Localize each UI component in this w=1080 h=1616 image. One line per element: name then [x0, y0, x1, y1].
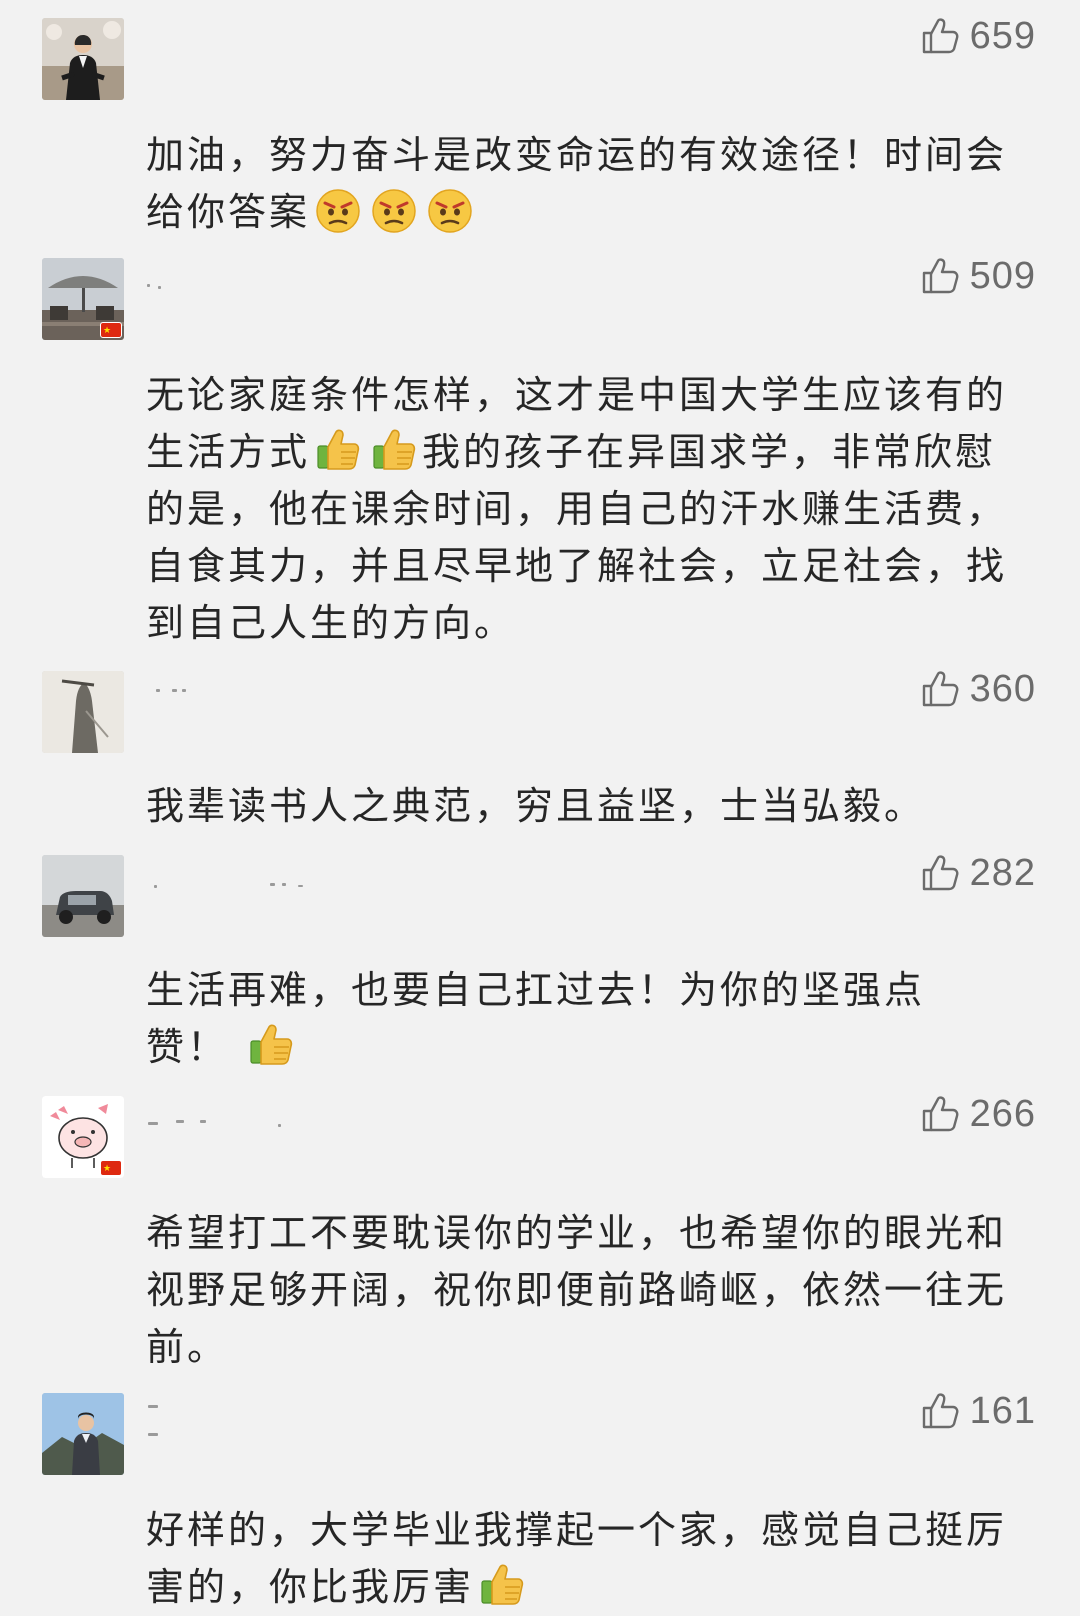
like-icon [920, 1094, 960, 1134]
angry-face-icon [314, 186, 362, 234]
comment-text-content: 希望打工不要耽误你的学业，也希望你的眼光和视野足够开阔，祝你即便前路崎岖，依然一… [146, 1211, 1008, 1369]
avatar[interactable]: ★ [42, 1096, 124, 1178]
like-icon [920, 16, 960, 56]
nickname[interactable] [146, 272, 406, 292]
thumbs-up-icon [247, 1021, 295, 1069]
avatar[interactable] [42, 671, 124, 753]
comment-text-content: 我辈读书人之典范，穷且益坚，士当弘毅。 [146, 784, 926, 828]
comment-text: 我辈读书人之典范，穷且益坚，士当弘毅。 [146, 721, 1026, 835]
like-count: 282 [969, 851, 1036, 894]
nickname[interactable] [146, 1110, 406, 1130]
like-count: 659 [969, 14, 1036, 57]
thumbs-up-icon [478, 1561, 526, 1609]
comment-text: 好样的，大学毕业我撑起一个家，感觉自己挺厉害的，你比我厉害 [146, 1445, 1026, 1616]
comment-text-content: 加油，努力奋斗是改变命运的有效途径！时间会给你答案 [146, 133, 1008, 234]
angry-face-icon [370, 186, 418, 234]
like-count: 360 [969, 667, 1036, 710]
comment-text: 加油，努力奋斗是改变命运的有效途径！时间会给你答案 [146, 70, 1026, 241]
like-count: 266 [969, 1092, 1036, 1135]
avatar[interactable] [42, 18, 124, 100]
nickname[interactable] [146, 1405, 406, 1436]
like-count: 509 [969, 254, 1036, 297]
nickname[interactable] [146, 32, 406, 52]
avatar[interactable]: ★ [42, 258, 124, 340]
like-button[interactable]: 161 [920, 1387, 1036, 1435]
comment-text: 生活再难，也要自己扛过去！为你的坚强点赞！ [146, 905, 986, 1076]
avatar[interactable] [42, 1393, 124, 1475]
like-button[interactable]: 509 [920, 252, 1036, 300]
like-icon [920, 669, 960, 709]
like-button[interactable]: 282 [920, 849, 1036, 897]
comment-text: 希望打工不要耽误你的学业，也希望你的眼光和视野足够开阔，祝你即便前路崎岖，依然一… [146, 1148, 1026, 1376]
like-button[interactable]: 659 [920, 12, 1036, 60]
avatar[interactable] [42, 855, 124, 937]
thumbs-up-icon [314, 426, 362, 474]
comment-text-content: 好样的，大学毕业我撑起一个家，感觉自己挺厉害的，你比我厉害 [146, 1508, 1008, 1609]
comment-text: 无论家庭条件怎样，这才是中国大学生应该有的生活方式 我的孩子在异国求学，非常欣慰的… [146, 310, 1026, 652]
like-icon [920, 1391, 960, 1431]
china-flag-icon: ★ [100, 1160, 122, 1176]
angry-face-icon [426, 186, 474, 234]
like-icon [920, 853, 960, 893]
nickname[interactable] [146, 685, 406, 705]
china-flag-icon: ★ [100, 322, 122, 338]
like-button[interactable]: 360 [920, 665, 1036, 713]
like-count: 161 [969, 1389, 1036, 1432]
like-icon [920, 256, 960, 296]
like-button[interactable]: 266 [920, 1090, 1036, 1138]
nickname[interactable] [146, 869, 406, 889]
thumbs-up-icon [370, 426, 418, 474]
